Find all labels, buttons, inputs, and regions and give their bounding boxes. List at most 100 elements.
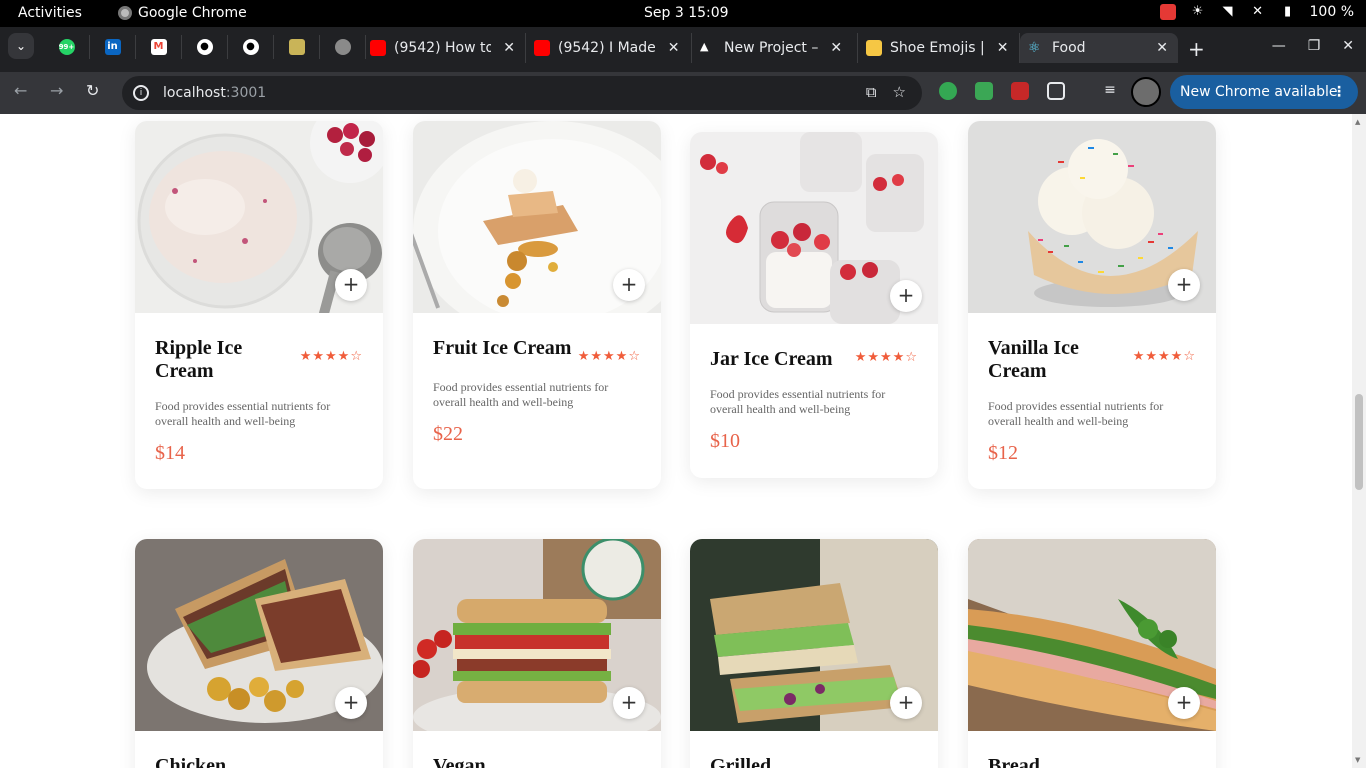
close-icon[interactable]: ✕ — [830, 40, 842, 56]
pinned-tab-game[interactable] — [320, 35, 366, 59]
food-price: $10 — [710, 430, 740, 452]
add-to-cart-button[interactable]: + — [335, 687, 367, 719]
extension-green-icon[interactable] — [975, 82, 993, 100]
volume-muted-icon: ✕ — [1252, 4, 1263, 19]
pinned-tab-github[interactable]: ● — [182, 35, 228, 59]
rating-stars: ★★★★☆ — [854, 350, 918, 365]
food-card[interactable]: + Vegan — [413, 539, 661, 768]
url-host: localhost — [163, 85, 226, 101]
url-port: :3001 — [225, 85, 267, 101]
system-tray[interactable]: ☀ ◥ ✕ ▮ 100 % — [1159, 4, 1354, 20]
rating-stars: ★★★★☆ — [577, 349, 641, 364]
scroll-up-arrow-icon[interactable]: ▲ — [1355, 118, 1360, 126]
pinned-tab-gmail[interactable]: M — [136, 35, 182, 59]
tab-youtube-2[interactable]: (9542) I Made ✕ — [526, 33, 692, 63]
clock[interactable]: Sep 3 15:09 — [644, 5, 729, 21]
food-title: Chicken — [155, 755, 227, 768]
add-to-cart-button[interactable]: + — [1168, 687, 1200, 719]
tab-shoe-emojis[interactable]: Shoe Emojis | ✕ — [858, 33, 1020, 63]
maximize-icon[interactable]: ❐ — [1308, 38, 1321, 54]
tab-youtube-1[interactable]: (9542) How to ✕ — [362, 33, 526, 63]
app-menu[interactable]: Google Chrome — [118, 5, 247, 21]
github-icon: ● — [242, 39, 259, 55]
food-title: Bread — [988, 755, 1040, 768]
food-image-jar-ice-cream: + — [690, 132, 938, 324]
food-image-fruit-ice-cream: + — [413, 121, 661, 313]
add-to-cart-button[interactable]: + — [335, 269, 367, 301]
back-icon[interactable]: ← — [14, 81, 27, 100]
forward-icon[interactable]: → — [50, 81, 63, 100]
bookmark-star-icon[interactable]: ☆ — [893, 83, 906, 101]
food-card[interactable]: + Jar Ice Cream ★★★★☆ Food provides esse… — [690, 132, 938, 478]
battery-level: 100 % — [1309, 4, 1354, 20]
tab-label: Food — [1052, 40, 1086, 56]
food-price: $12 — [988, 442, 1018, 464]
activities-button[interactable]: Activities — [18, 5, 82, 21]
food-title: Jar Ice Cream — [710, 348, 833, 370]
rating-stars: ★★★★☆ — [1132, 349, 1196, 364]
food-card[interactable]: + Vanilla Ice Cream ★★★★☆ Food provides … — [968, 121, 1216, 489]
food-image-vanilla-ice-cream: + — [968, 121, 1216, 313]
page-content: + Ripple Ice Cream ★★★★☆ Food provides e… — [0, 114, 1352, 768]
food-card[interactable]: + Ripple Ice Cream ★★★★☆ Food provides e… — [135, 121, 383, 489]
food-image-grilled: + — [690, 539, 938, 731]
pinned-tab-whatsapp[interactable]: 99+ — [44, 35, 90, 59]
browser-toolbar: ← → ↻ i localhost :3001 ⧉ ☆ ≡ New Chrome… — [0, 72, 1366, 114]
update-label: New Chrome available — [1180, 84, 1338, 100]
add-to-cart-button[interactable]: + — [1168, 269, 1200, 301]
pinned-tab-image[interactable] — [274, 35, 320, 59]
food-title: Ripple Ice Cream — [155, 337, 243, 382]
pinned-tab-linkedin[interactable]: in — [90, 35, 136, 59]
tab-food[interactable]: ⚛ Food ✕ — [1020, 33, 1178, 63]
food-card[interactable]: + Grilled — [690, 539, 938, 768]
gmail-icon: M — [150, 39, 167, 55]
food-price: $14 — [155, 442, 185, 464]
anydesk-icon[interactable] — [1159, 4, 1176, 20]
food-title: Grilled — [710, 755, 772, 768]
food-card[interactable]: + Chicken — [135, 539, 383, 768]
food-image-vegan: + — [413, 539, 661, 731]
update-chrome-button[interactable]: New Chrome available ⋮ — [1170, 75, 1358, 109]
page-scrollbar[interactable]: ▲ ▼ — [1352, 114, 1366, 768]
linkedin-icon: in — [104, 39, 121, 55]
address-bar[interactable]: i localhost :3001 ⧉ ☆ — [122, 76, 922, 110]
tab-search-button[interactable]: ⌄ — [8, 33, 34, 59]
food-description: Food provides essential nutrients for ov… — [710, 387, 886, 416]
scroll-down-arrow-icon[interactable]: ▼ — [1355, 756, 1360, 764]
extension-plus-icon[interactable] — [939, 82, 957, 100]
tab-new-project[interactable]: ▲ New Project – ✕ — [692, 33, 858, 63]
add-to-cart-button[interactable]: + — [613, 269, 645, 301]
scrollbar-thumb[interactable] — [1355, 394, 1363, 490]
add-to-cart-button[interactable]: + — [890, 280, 922, 312]
extensions-puzzle-icon[interactable] — [1047, 82, 1065, 100]
add-to-cart-button[interactable]: + — [613, 687, 645, 719]
add-to-cart-button[interactable]: + — [890, 687, 922, 719]
close-icon[interactable]: ✕ — [503, 40, 515, 56]
tabs: (9542) How to ✕ (9542) I Made ✕ ▲ New Pr… — [362, 33, 1178, 63]
food-card[interactable]: + Bread — [968, 539, 1216, 768]
close-icon[interactable]: ✕ — [668, 40, 680, 56]
site-info-icon[interactable]: i — [133, 85, 149, 101]
close-icon[interactable]: ✕ — [1156, 40, 1168, 56]
pdf-extension-icon[interactable] — [1011, 82, 1029, 100]
media-queue-icon[interactable]: ≡ — [1101, 82, 1119, 100]
wifi-icon: ◥ — [1222, 4, 1233, 19]
folder-icon — [866, 40, 882, 56]
tab-label: Shoe Emojis | — [890, 40, 985, 56]
controller-icon — [334, 39, 351, 55]
install-app-icon[interactable]: ⧉ — [866, 83, 877, 101]
food-description: Food provides essential nutrients for ov… — [988, 399, 1164, 428]
pinned-tab-github-2[interactable]: ● — [228, 35, 274, 59]
close-icon[interactable]: ✕ — [997, 40, 1009, 56]
food-title: Vanilla Ice Cream — [988, 337, 1079, 382]
reload-icon[interactable]: ↻ — [86, 81, 99, 100]
food-card[interactable]: + Fruit Ice Cream ★★★★☆ Food provides es… — [413, 121, 661, 489]
tab-strip: ⌄ 99+ in M ● ● (9542) How to ✕ (9542) I … — [0, 27, 1366, 72]
more-menu-icon[interactable]: ⋮ — [1332, 84, 1346, 100]
close-window-icon[interactable]: ✕ — [1342, 38, 1354, 54]
food-image-chicken: + — [135, 539, 383, 731]
profile-avatar[interactable] — [1131, 77, 1161, 107]
youtube-icon — [534, 40, 550, 56]
minimize-icon[interactable]: — — [1272, 38, 1286, 54]
new-tab-button[interactable]: + — [1188, 37, 1205, 61]
